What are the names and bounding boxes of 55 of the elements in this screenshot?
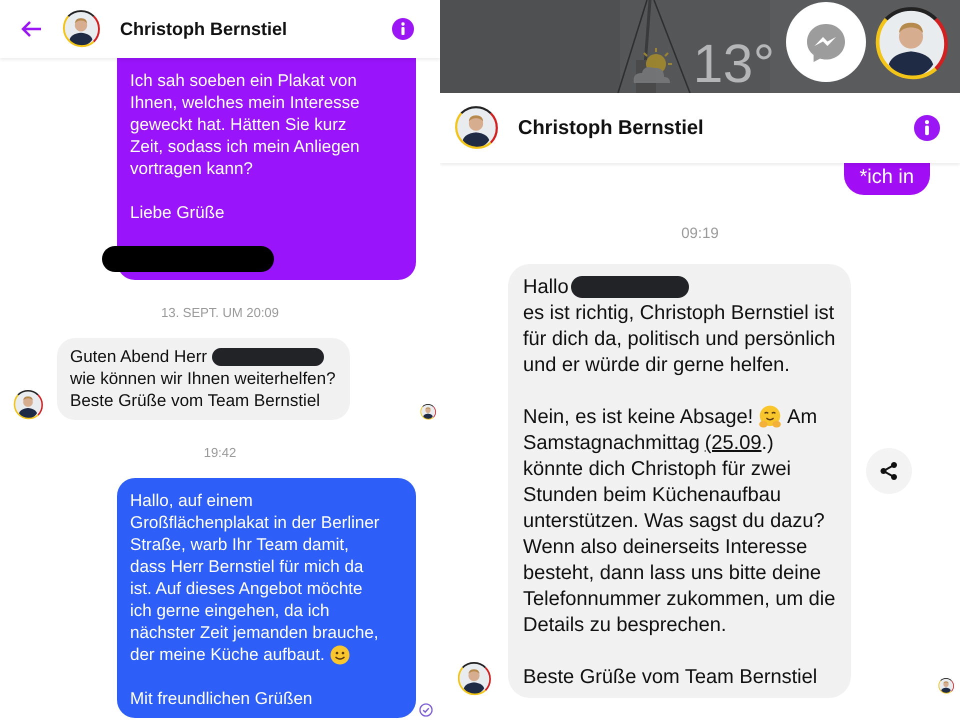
info-icon[interactable] (392, 18, 414, 40)
message-text: ist. Auf dieses Angebot möchte (130, 578, 362, 600)
message-text: Ihnen, welches mein Interesse (130, 92, 360, 114)
message-text: Telefonnummer zukommen, um die (523, 587, 836, 612)
message-text: Ich sah soeben ein Plakat von (130, 70, 357, 92)
message-text: .) (761, 431, 774, 456)
message-text: wie können wir Ihnen weiterhelfen? (70, 368, 336, 390)
message-text: Mit freundlichen Grüßen (130, 688, 312, 710)
message-text: Straße, warb Ihr Team damit, (130, 534, 349, 556)
share-button[interactable] (866, 448, 912, 494)
message-text: es ist richtig, Christoph Bernstiel ist (523, 301, 834, 326)
hugging-emoji-icon (758, 405, 782, 429)
message-text: unterstützen. Was sagst du dazu? (523, 509, 825, 534)
timestamp: 13. SEPT. UM 20:09 (160, 305, 280, 320)
sender-avatar (457, 662, 491, 696)
message-text: Am (787, 405, 818, 430)
seen-avatar (938, 678, 954, 694)
message-text: Nein, es ist keine Absage! (523, 405, 754, 430)
seen-avatar (420, 404, 436, 420)
smiley-icon (330, 645, 350, 665)
contact-name: Christoph Bernstiel (120, 18, 288, 40)
message-text: Hallo (523, 275, 569, 300)
message-text: Samstagnachmittag (523, 431, 700, 456)
message-text: Beste Grüße vom Team Bernstiel (523, 665, 818, 690)
info-icon[interactable] (914, 115, 940, 141)
message-text: ich gerne eingehen, da ich (130, 600, 330, 622)
back-arrow-icon[interactable] (20, 20, 42, 38)
message-text: Wenn also deinerseits Interesse (523, 535, 808, 560)
message-text: Details zu besprechen. (523, 613, 726, 638)
temperature: 13° (693, 36, 775, 92)
message-text: könnte dich Christoph für zwei (523, 457, 791, 482)
message-text: Großflächenplakat in der Berliner (130, 512, 380, 534)
sender-avatar (13, 390, 43, 420)
contact-avatar (454, 106, 498, 150)
message-text: Beste Grüße vom Team Bernstiel (70, 390, 320, 412)
message-text: besteht, dann lass uns bitte deine (523, 561, 821, 586)
timestamp: 09:19 (680, 225, 720, 242)
message-text: für dich da, politisch und persönlich (523, 327, 836, 352)
message-text: und er würde dir gerne helfen. (523, 353, 790, 378)
message-text: Liebe Grüße (130, 202, 224, 224)
message-text: dass Herr Bernstiel für mich da (130, 556, 364, 578)
message-text: Stunden beim Küchenaufbau (523, 483, 781, 508)
message-text: Zeit, sodass ich mein Anliegen (130, 136, 360, 158)
share-icon (879, 461, 900, 481)
message-text: *ich in (860, 165, 914, 189)
contact-name: Christoph Bernstiel (518, 116, 705, 140)
message-text: vortragen kann? (130, 158, 253, 180)
message-text: Hallo, auf einem (130, 490, 253, 512)
message-text: nächster Zeit jemanden brauche, (130, 622, 379, 644)
date-link[interactable]: (25.09 (704, 430, 762, 456)
timestamp: 19:42 (202, 445, 238, 460)
message-text: geweckt hat. Hätten Sie kurz (130, 114, 346, 136)
message-text: Guten Abend Herr (70, 346, 208, 368)
message-text: der meine Küche aufbaut. (130, 644, 325, 666)
contact-avatar (62, 10, 100, 48)
